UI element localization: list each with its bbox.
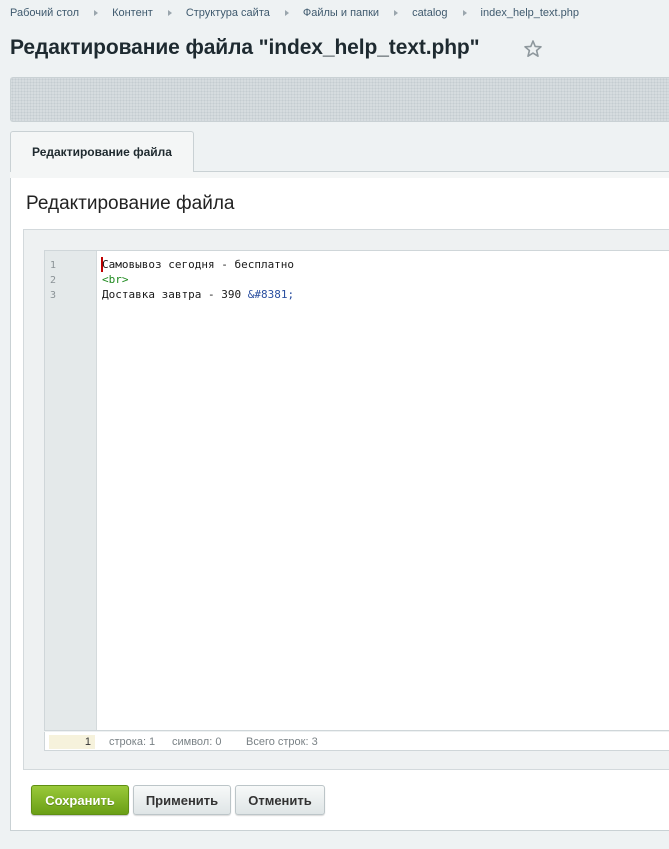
status-char: символ: 0	[172, 736, 222, 748]
code-text: Самовывоз сегодня - бесплатно	[102, 258, 295, 271]
code-editor[interactable]: 1 2 3 Самовывоз сегодня - бесплатно <br>…	[44, 250, 669, 731]
tab-edit-file[interactable]: Редактирование файла	[10, 131, 194, 172]
breadcrumb-item-site-structure[interactable]: Структура сайта	[186, 7, 270, 19]
context-toolbar	[10, 77, 669, 122]
breadcrumb-item-files-folders[interactable]: Файлы и папки	[303, 7, 379, 19]
tab-bar: Редактирование файла	[10, 131, 669, 179]
code-text: Доставка завтра - 390	[102, 288, 248, 301]
section-title: Редактирование файла	[26, 193, 235, 214]
status-line: строка: 1	[109, 736, 156, 748]
chevron-right-icon	[462, 10, 467, 16]
line-number: 1	[50, 260, 57, 271]
status-total-lines: Всего строк: 3	[246, 736, 318, 748]
page-title: Редактирование файла "index_help_text.ph…	[10, 36, 480, 59]
code-line-3[interactable]: Доставка завтра - 390 &#8381;	[102, 288, 294, 301]
chevron-right-icon	[167, 10, 172, 16]
breadcrumb-item-catalog[interactable]: catalog	[412, 7, 447, 19]
save-button[interactable]: Сохранить	[31, 785, 129, 815]
goto-line-input[interactable]: 1	[49, 735, 95, 749]
apply-button[interactable]: Применить	[133, 785, 231, 815]
divider	[10, 830, 669, 831]
line-number: 3	[50, 290, 57, 301]
code-line-2[interactable]: <br>	[102, 273, 129, 286]
breadcrumb-item-desktop[interactable]: Рабочий стол	[10, 7, 79, 19]
line-number: 2	[50, 275, 57, 286]
chevron-right-icon	[94, 10, 99, 16]
code-entity: &#8381;	[247, 288, 295, 301]
editor-status-bar: 1 строка: 1 символ: 0 Всего строк: 3	[44, 732, 669, 751]
breadcrumb-item-content[interactable]: Контент	[112, 7, 153, 19]
line-number-gutter: 1 2 3	[45, 251, 97, 730]
breadcrumb-item-current-file: index_help_text.php	[480, 7, 580, 19]
code-tag: <br>	[102, 273, 129, 286]
chevron-right-icon	[284, 10, 289, 16]
chevron-right-icon	[394, 10, 399, 16]
star-outline-icon[interactable]	[523, 39, 543, 59]
breadcrumb: Рабочий стол Контент Структура сайта Фай…	[10, 7, 579, 19]
code-line-1[interactable]: Самовывоз сегодня - бесплатно	[102, 258, 294, 271]
cancel-button[interactable]: Отменить	[235, 785, 325, 815]
